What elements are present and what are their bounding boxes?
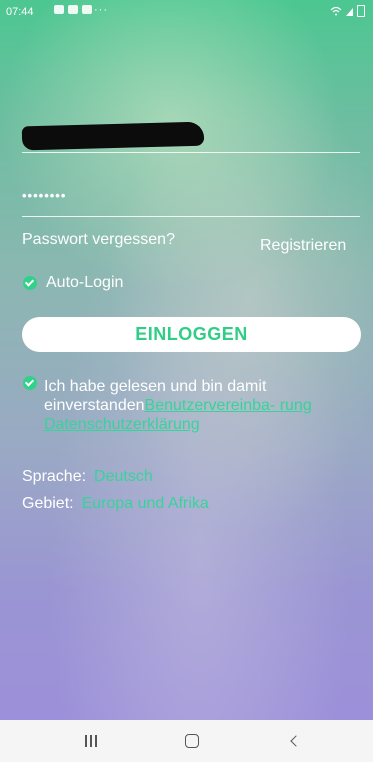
signal-icon xyxy=(346,8,353,16)
region-row[interactable]: Gebiet: Europa und Afrika xyxy=(22,495,209,513)
language-value[interactable]: Deutsch xyxy=(94,468,153,485)
back-button[interactable] xyxy=(266,720,326,762)
back-icon xyxy=(290,735,302,747)
notification-icons xyxy=(54,5,92,14)
recents-button[interactable] xyxy=(61,720,121,762)
user-agreement-link[interactable]: Benutzervereinba- rung xyxy=(145,397,312,414)
status-bar: 07:44 ··· xyxy=(0,0,373,22)
home-button[interactable] xyxy=(162,720,222,762)
language-label: Sprache: xyxy=(22,468,87,485)
agreement-checkbox[interactable] xyxy=(23,376,37,390)
language-row[interactable]: Sprache: Deutsch xyxy=(22,468,153,486)
auto-login-label: Auto-Login xyxy=(46,274,124,291)
redacted-username xyxy=(21,121,205,151)
checkmark-icon xyxy=(23,276,37,290)
forgot-password-link[interactable]: Passwort vergessen? xyxy=(22,231,175,249)
overflow-icon: ··· xyxy=(94,4,108,16)
battery-icon xyxy=(357,5,365,17)
password-field[interactable]: •••••••• xyxy=(22,182,360,217)
status-right xyxy=(330,5,365,17)
gallery-icon xyxy=(54,5,64,14)
navigation-bar xyxy=(0,720,373,762)
message-icon xyxy=(68,5,78,14)
password-value: •••••••• xyxy=(22,188,67,203)
auto-login-checkbox[interactable]: Auto-Login xyxy=(23,274,123,292)
region-label: Gebiet: xyxy=(22,495,74,512)
image-icon xyxy=(82,5,92,14)
privacy-policy-link[interactable]: Datenschutzerklärung xyxy=(44,416,200,433)
login-screen: 07:44 ··· •••••••• Passwort vergessen? R… xyxy=(0,0,373,720)
home-icon xyxy=(185,734,199,748)
username-field[interactable] xyxy=(21,118,360,153)
region-value[interactable]: Europa und Afrika xyxy=(82,495,209,512)
login-button[interactable]: EINLOGGEN xyxy=(22,317,361,352)
agreement-text: Ich habe gelesen und bin damit einversta… xyxy=(44,377,344,434)
status-time: 07:44 xyxy=(6,6,34,18)
register-link[interactable]: Registrieren xyxy=(260,237,346,255)
recents-icon xyxy=(85,735,97,747)
wifi-icon xyxy=(330,6,342,16)
